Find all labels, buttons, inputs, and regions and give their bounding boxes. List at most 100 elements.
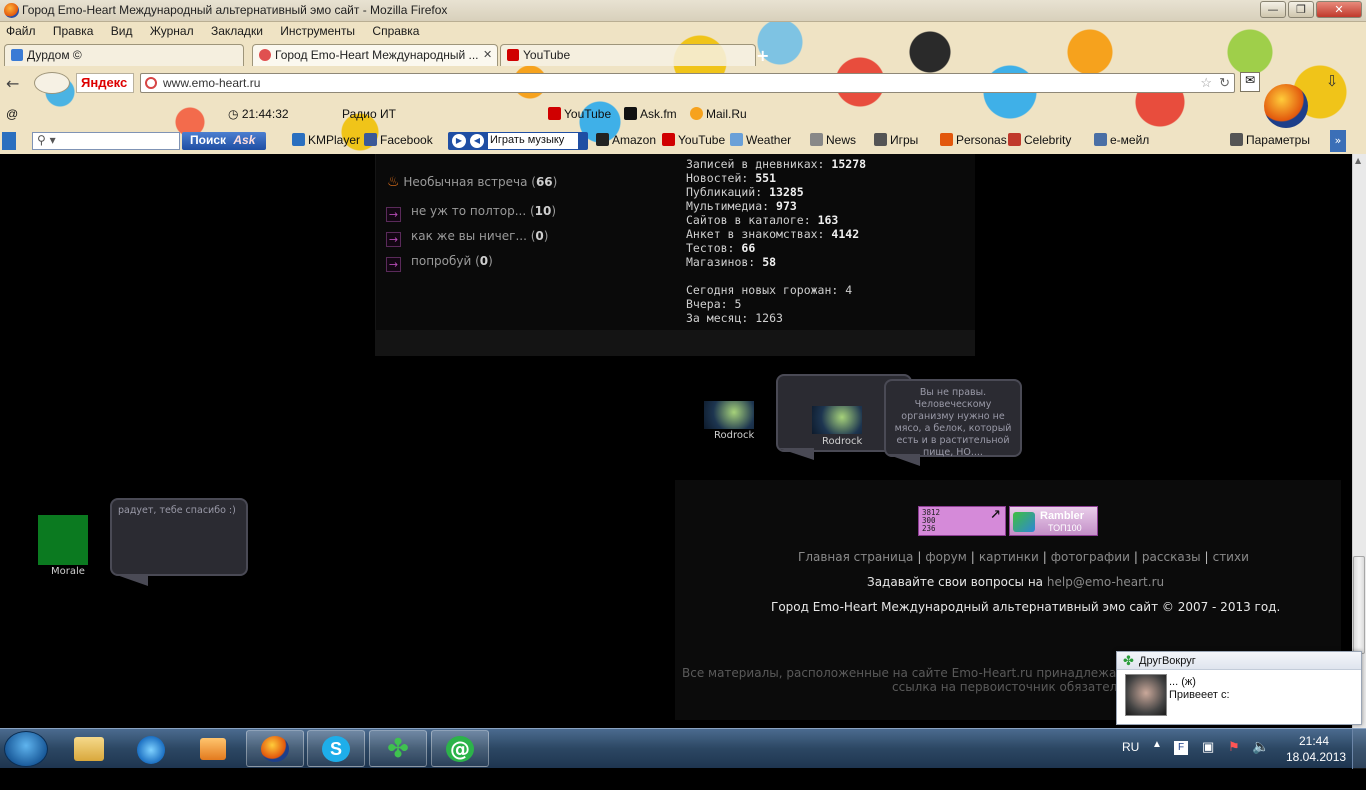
forum-post-item[interactable]: → не уж то полтор... (10) <box>386 204 556 222</box>
tab-emo-heart[interactable]: Город Emo-Heart Международный ... ✕ <box>252 44 498 66</box>
firefox-taskbar-button[interactable] <box>246 730 304 767</box>
search-input[interactable]: ⚲ ▾ <box>32 132 180 150</box>
tab-close-icon[interactable]: ✕ <box>483 48 492 61</box>
bookmark-youtube[interactable]: YouTube <box>660 130 727 150</box>
browser-chrome: Файл Правка Вид Журнал Закладки Инструме… <box>0 22 1366 154</box>
arrow-right-icon: → <box>386 232 401 247</box>
radio-widget[interactable]: Радио ИТ <box>340 104 398 124</box>
notification-header: ✤ ДругВокруг <box>1117 652 1361 670</box>
stat-publications: Публикаций: 13285 <box>686 185 804 199</box>
footer-link-stories[interactable]: рассказы <box>1142 550 1201 564</box>
new-tab-button[interactable]: + <box>756 46 774 65</box>
bookmarks-overflow-button[interactable]: » <box>1330 130 1346 152</box>
avatar[interactable] <box>38 515 88 565</box>
footer-email-link[interactable]: help@emo-heart.ru <box>1047 575 1164 589</box>
show-desktop-button[interactable] <box>1352 729 1366 769</box>
maximize-button[interactable]: ❐ <box>1288 1 1314 18</box>
mail-agent-taskbar-button[interactable]: @ <box>431 730 489 767</box>
chat-username[interactable]: Rodrock <box>822 436 862 447</box>
at-icon[interactable]: @ <box>4 104 20 124</box>
footer-link-forum[interactable]: форум <box>925 550 966 564</box>
close-window-button[interactable]: ✕ <box>1316 1 1362 18</box>
volume-icon[interactable]: ◀ <box>470 134 484 148</box>
download-icon[interactable]: ⇩ <box>1322 72 1342 92</box>
tab-durdom[interactable]: Дурдом © <box>4 44 244 66</box>
avatar[interactable] <box>704 401 754 429</box>
language-indicator[interactable]: RU <box>1122 740 1139 780</box>
arrow-right-icon: → <box>386 207 401 222</box>
footer-link-home[interactable]: Главная страница <box>798 550 913 564</box>
bookmark-personas[interactable]: Personas <box>938 130 1009 150</box>
bookmark-news[interactable]: News <box>808 130 858 150</box>
mail-icon[interactable]: ✉ <box>1240 72 1260 92</box>
tab-youtube[interactable]: YouTube <box>500 44 756 66</box>
play-icon[interactable]: ▶ <box>452 134 466 148</box>
menu-edit[interactable]: Правка <box>53 24 94 38</box>
chat-username[interactable]: Morale <box>51 566 85 577</box>
chat-username[interactable]: Rodrock <box>714 430 754 441</box>
scrollbar-thumb[interactable] <box>1353 556 1365 654</box>
menu-file[interactable]: Файл <box>6 24 36 38</box>
forum-topic-title[interactable]: Необычная встреча <box>403 175 527 189</box>
reload-icon[interactable]: ↻ <box>1219 75 1230 91</box>
start-button[interactable] <box>4 731 48 767</box>
drugvokrug-notification[interactable]: ✤ ДругВокруг ... (ж) Привееет с: <box>1116 651 1362 725</box>
back-button[interactable]: ← <box>6 74 28 94</box>
flag-alert-icon[interactable]: ⚑ <box>1228 739 1240 779</box>
footer-link-pictures[interactable]: картинки <box>979 550 1039 564</box>
bookmark-settings[interactable]: Параметры <box>1228 130 1312 150</box>
site-stats: Записей в дневниках: 15278 Новостей: 551… <box>686 157 866 325</box>
rambler-top100-counter[interactable]: Rambler ТОП100 <box>1009 506 1098 536</box>
footer-link-photos[interactable]: фотографии <box>1051 550 1130 564</box>
forum-post-item[interactable]: → как же вы ничег... (0) <box>386 229 548 247</box>
avatar[interactable] <box>812 406 862 434</box>
network-icon[interactable]: ▣ <box>1202 739 1214 779</box>
tab-label: YouTube <box>523 48 571 62</box>
liveinternet-counter[interactable]: 3812 300 236 ↗ <box>918 504 1006 536</box>
kmp-icon[interactable] <box>2 132 16 150</box>
bookmark-email[interactable]: е-мейл <box>1092 130 1151 150</box>
forward-button[interactable] <box>34 72 70 94</box>
minimize-button[interactable]: — <box>1260 1 1286 18</box>
forum-post-item[interactable]: → попробуй (0) <box>386 254 493 272</box>
tray-expand-icon[interactable]: ▲ <box>1152 739 1162 779</box>
forum-topic[interactable]: ♨ Необычная встреча (66) <box>387 174 557 190</box>
menu-tools[interactable]: Инструменты <box>280 24 355 38</box>
scroll-up-icon[interactable]: ▲ <box>1355 156 1361 165</box>
bookmark-star-icon[interactable]: ☆ <box>1200 75 1212 91</box>
menu-history[interactable]: Журнал <box>150 24 194 38</box>
bookmark-kmplayer[interactable]: KMPlayer <box>290 130 362 150</box>
url-text: www.emo-heart.ru <box>163 76 261 90</box>
skype-taskbar-button[interactable]: S <box>307 730 365 767</box>
bookmark-games[interactable]: Игры <box>872 130 920 150</box>
bookmark-weather[interactable]: Weather <box>728 130 793 150</box>
search-button[interactable]: Поиск Ask <box>182 132 266 150</box>
bookmark-facebook[interactable]: Facebook <box>362 130 435 150</box>
footer-link-poems[interactable]: стихи <box>1213 550 1249 564</box>
folder-icon <box>74 737 104 761</box>
ffa-tray-icon[interactable]: F <box>1174 741 1188 755</box>
explorer-taskbar-button[interactable] <box>60 731 118 767</box>
music-widget[interactable]: ▶ ◀ Играть музыку <box>448 132 588 150</box>
mailru-toolbar-link[interactable]: Mail.Ru <box>688 104 749 124</box>
notification-sender: ... (ж) <box>1169 676 1196 688</box>
url-bar[interactable]: www.emo-heart.ru ↻ ☆ <box>140 73 1235 93</box>
celebrity-icon <box>1008 133 1021 146</box>
drugvokrug-taskbar-button[interactable]: ✤ <box>369 730 427 767</box>
yandex-button[interactable]: Яндекс <box>76 73 134 93</box>
bookmark-amazon[interactable]: Amazon <box>594 130 658 150</box>
menu-bookmarks[interactable]: Закладки <box>211 24 263 38</box>
menu-view[interactable]: Вид <box>111 24 133 38</box>
notification-message: Привееет с: <box>1169 689 1230 701</box>
media-taskbar-button[interactable] <box>184 731 242 767</box>
askfm-toolbar-link[interactable]: Ask.fm <box>622 104 679 124</box>
volume-icon[interactable]: 🔈 <box>1252 738 1269 778</box>
bookmark-celebrity[interactable]: Celebrity <box>1006 130 1073 150</box>
youtube-icon <box>662 133 675 146</box>
askfm-icon <box>624 107 637 120</box>
games-icon <box>874 133 887 146</box>
youtube-toolbar-link[interactable]: YouTube <box>546 104 613 124</box>
clock-date[interactable]: 18.04.2013 <box>1286 750 1346 790</box>
menu-help[interactable]: Справка <box>372 24 419 38</box>
ie-taskbar-button[interactable] <box>122 731 180 767</box>
